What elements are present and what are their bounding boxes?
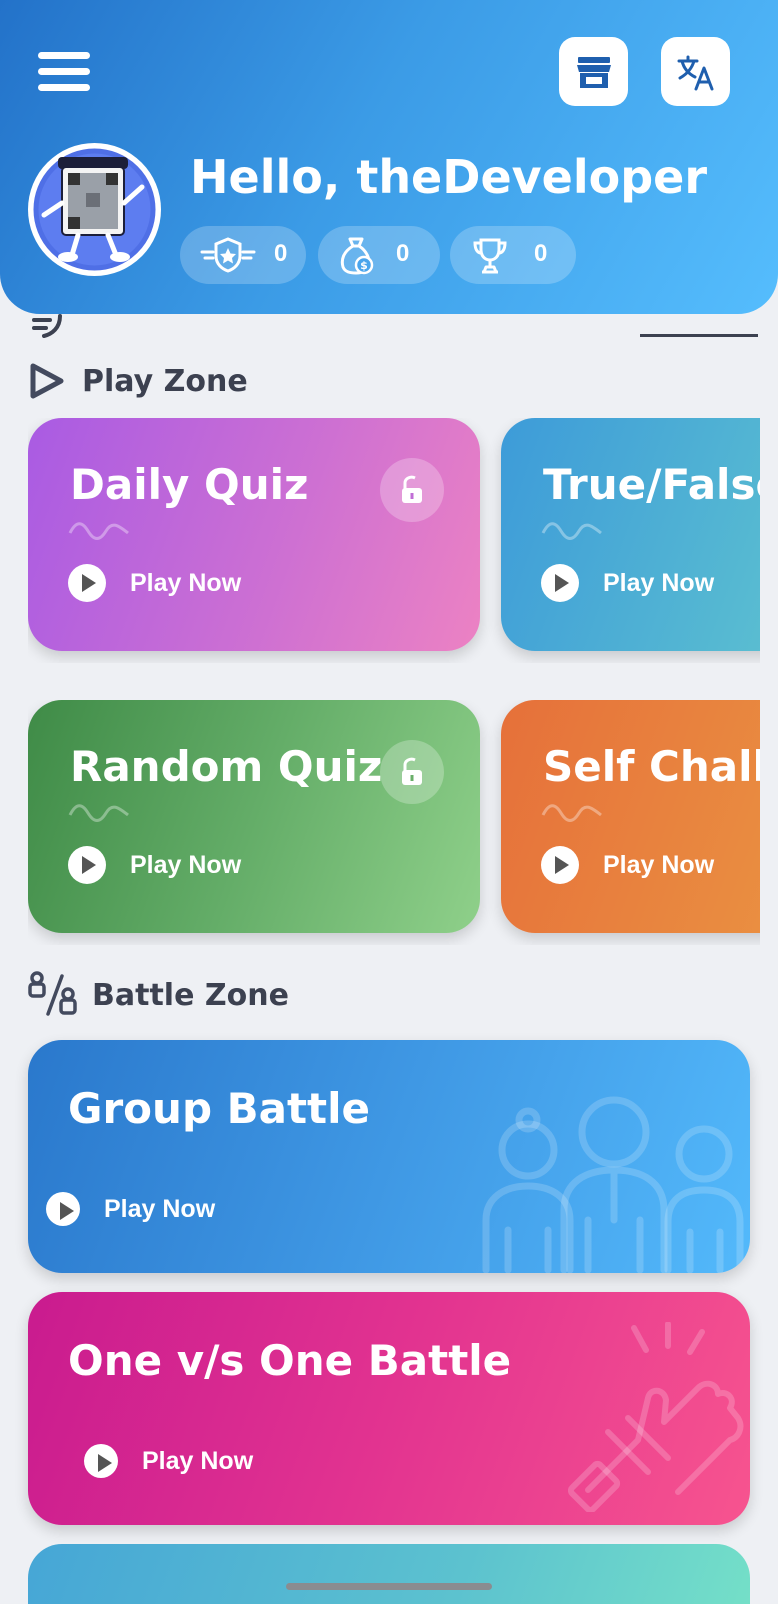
rank-stat[interactable]: 0 [180, 226, 306, 284]
play-icon [68, 846, 106, 884]
card-title: Self Challe [543, 742, 760, 791]
play-zone-title: Play Zone [82, 364, 248, 399]
trophy-icon [473, 238, 507, 274]
squiggle-decoration [68, 804, 129, 822]
next-battle-card[interactable] [28, 1544, 750, 1604]
rank-value: 0 [274, 240, 288, 267]
battle-zone-title: Battle Zone [92, 978, 289, 1013]
play-zone-row-1[interactable]: Daily Quiz Play Now True/False Play Now [28, 418, 760, 663]
card-title: True/False [543, 460, 760, 509]
true-false-card[interactable]: True/False Play Now [501, 418, 760, 651]
trophy-stat[interactable]: 0 [450, 226, 576, 284]
menu-button[interactable] [38, 52, 90, 92]
play-icon [68, 564, 106, 602]
store-icon [576, 56, 611, 88]
svg-text:$: $ [360, 259, 368, 272]
play-now-button[interactable]: Play Now [46, 1192, 215, 1226]
play-now-button[interactable]: Play Now [84, 1444, 253, 1478]
card-title: Daily Quiz [70, 460, 309, 509]
unlock-icon [380, 740, 444, 804]
card-title: Group Battle [68, 1084, 371, 1133]
hidden-section-icon [30, 314, 90, 338]
play-icon [541, 564, 579, 602]
avatar[interactable] [28, 143, 161, 276]
group-battle-card[interactable]: Group Battle Play Now [28, 1040, 750, 1273]
random-quiz-card[interactable]: Random Quiz Play Now [28, 700, 480, 933]
card-title: Random Quiz [70, 742, 383, 791]
greeting-text: Hello, theDeveloper [190, 150, 708, 204]
hidden-view-all-link[interactable] [640, 314, 758, 338]
play-now-button[interactable]: Play Now [68, 846, 241, 884]
squiggle-decoration [541, 804, 602, 822]
coins-bag-icon: $ [340, 237, 374, 275]
coins-stat[interactable]: $ 0 [318, 226, 440, 284]
daily-quiz-card[interactable]: Daily Quiz Play Now [28, 418, 480, 651]
coins-value: 0 [396, 240, 410, 267]
play-zone-row-2[interactable]: Random Quiz Play Now Self Challe Play No… [28, 700, 760, 945]
play-now-button[interactable]: Play Now [68, 564, 241, 602]
store-button[interactable] [559, 37, 628, 106]
language-button[interactable] [661, 37, 730, 106]
handshake-icon [568, 1322, 744, 1512]
self-challenge-card[interactable]: Self Challe Play Now [501, 700, 760, 933]
header: Hello, theDeveloper 0 $ 0 0 [0, 0, 778, 314]
play-icon [541, 846, 579, 884]
battle-zone-icon [28, 971, 77, 1016]
group-people-icon [482, 1096, 744, 1273]
play-icon [84, 1444, 118, 1478]
rank-badge-icon [200, 237, 256, 273]
play-now-button[interactable]: Play Now [541, 564, 714, 602]
squiggle-decoration [68, 522, 129, 540]
squiggle-decoration [541, 522, 602, 540]
translate-icon [677, 55, 713, 90]
play-zone-icon [30, 363, 64, 399]
one-vs-one-battle-card[interactable]: One v/s One Battle Play Now [28, 1292, 750, 1525]
trophy-value: 0 [534, 240, 548, 267]
avatar-illustration [29, 144, 160, 275]
card-title: One v/s One Battle [68, 1336, 512, 1385]
home-indicator[interactable] [286, 1583, 492, 1590]
play-now-button[interactable]: Play Now [541, 846, 714, 884]
unlock-icon [380, 458, 444, 522]
play-icon [46, 1192, 80, 1226]
